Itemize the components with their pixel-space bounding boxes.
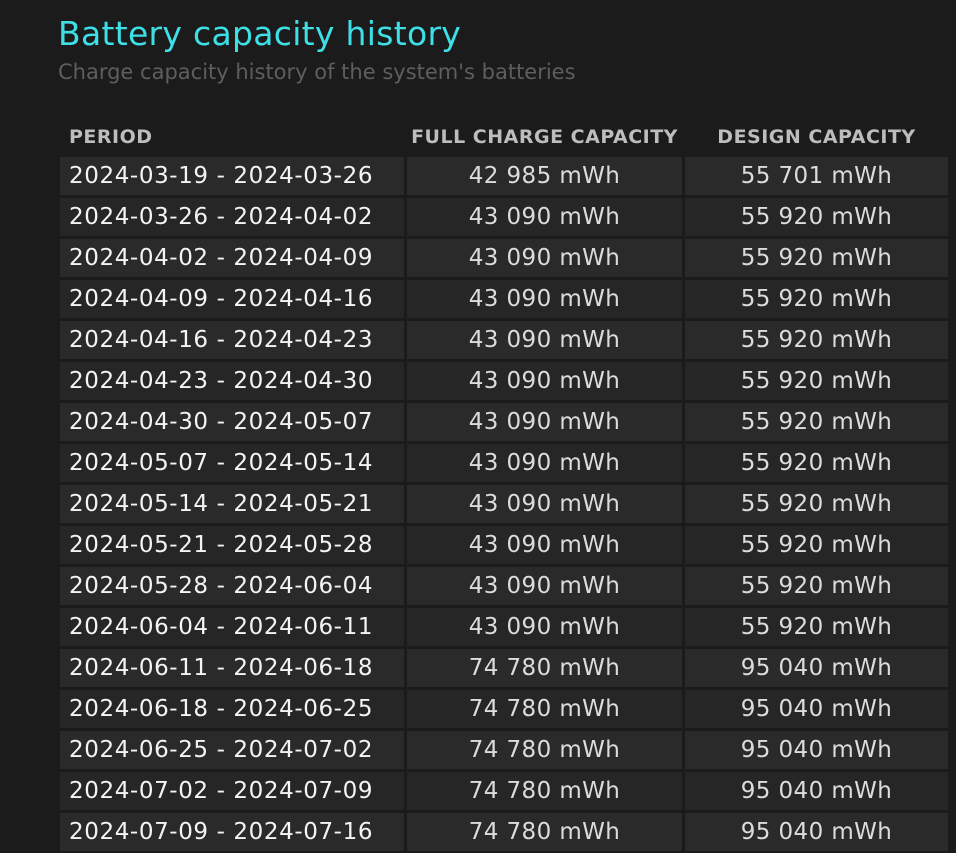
design-capacity-cell: 55 920 mWh: [685, 567, 948, 605]
page-title: Battery capacity history: [58, 14, 462, 53]
period-cell: 2024-07-02 - 2024-07-09: [60, 772, 404, 810]
full-charge-capacity-cell: 74 780 mWh: [407, 772, 682, 810]
table-row: 2024-05-28 - 2024-06-04 43 090 mWh 55 920 …: [60, 567, 948, 605]
period-cell: 2024-06-25 - 2024-07-02: [60, 731, 404, 769]
period-cell: 2024-03-26 - 2024-04-02: [60, 198, 404, 236]
full-charge-capacity-cell: 43 090 mWh: [407, 608, 682, 646]
design-capacity-cell: 55 920 mWh: [685, 362, 948, 400]
design-capacity-cell: 55 920 mWh: [685, 239, 948, 277]
full-charge-capacity-cell: 42 985 mWh: [407, 157, 682, 195]
table-row: 2024-04-30 - 2024-05-07 43 090 mWh 55 920 …: [60, 403, 948, 441]
table-header-row: PERIOD FULL CHARGE CAPACITY DESIGN CAPAC…: [60, 120, 948, 154]
table-row: 2024-05-14 - 2024-05-21 43 090 mWh 55 920 …: [60, 485, 948, 523]
full-charge-capacity-cell: 43 090 mWh: [407, 403, 682, 441]
full-charge-capacity-cell: 74 780 mWh: [407, 731, 682, 769]
period-cell: 2024-04-23 - 2024-04-30: [60, 362, 404, 400]
full-charge-capacity-cell: 74 780 mWh: [407, 690, 682, 728]
design-capacity-cell: 95 040 mWh: [685, 649, 948, 687]
design-capacity-cell: 55 701 mWh: [685, 157, 948, 195]
column-header-full-charge-capacity: FULL CHARGE CAPACITY: [411, 126, 678, 148]
design-capacity-cell: 55 920 mWh: [685, 280, 948, 318]
design-capacity-cell: 55 920 mWh: [685, 526, 948, 564]
table-row: 2024-06-04 - 2024-06-11 43 090 mWh 55 920 …: [60, 608, 948, 646]
period-cell: 2024-07-09 - 2024-07-16: [60, 813, 404, 851]
period-cell: 2024-04-30 - 2024-05-07: [60, 403, 404, 441]
full-charge-capacity-cell: 43 090 mWh: [407, 321, 682, 359]
period-cell: 2024-05-14 - 2024-05-21: [60, 485, 404, 523]
table-row: 2024-04-02 - 2024-04-09 43 090 mWh 55 920 …: [60, 239, 948, 277]
design-capacity-cell: 55 920 mWh: [685, 403, 948, 441]
table-row: 2024-03-19 - 2024-03-26 42 985 mWh 55 701 …: [60, 157, 948, 195]
column-header-period: PERIOD: [69, 126, 153, 148]
design-capacity-cell: 55 920 mWh: [685, 608, 948, 646]
table-row: 2024-06-18 - 2024-06-25 74 780 mWh 95 040 …: [60, 690, 948, 728]
capacity-history-table: PERIOD FULL CHARGE CAPACITY DESIGN CAPAC…: [57, 117, 951, 853]
table-body: 2024-03-19 - 2024-03-26 42 985 mWh 55 701 …: [60, 157, 948, 851]
design-capacity-cell: 55 920 mWh: [685, 321, 948, 359]
design-capacity-cell: 95 040 mWh: [685, 731, 948, 769]
table-row: 2024-06-25 - 2024-07-02 74 780 mWh 95 040 …: [60, 731, 948, 769]
column-header-design-capacity: DESIGN CAPACITY: [717, 126, 916, 148]
design-capacity-cell: 55 920 mWh: [685, 485, 948, 523]
design-capacity-cell: 55 920 mWh: [685, 198, 948, 236]
table-row: 2024-05-21 - 2024-05-28 43 090 mWh 55 920 …: [60, 526, 948, 564]
design-capacity-cell: 95 040 mWh: [685, 813, 948, 851]
table-row: 2024-04-23 - 2024-04-30 43 090 mWh 55 920 …: [60, 362, 948, 400]
period-cell: 2024-04-09 - 2024-04-16: [60, 280, 404, 318]
full-charge-capacity-cell: 43 090 mWh: [407, 485, 682, 523]
page-subtitle: Charge capacity history of the system's …: [58, 60, 576, 84]
table-row: 2024-04-09 - 2024-04-16 43 090 mWh 55 920 …: [60, 280, 948, 318]
table-row: 2024-04-16 - 2024-04-23 43 090 mWh 55 920 …: [60, 321, 948, 359]
full-charge-capacity-cell: 43 090 mWh: [407, 280, 682, 318]
period-cell: 2024-03-19 - 2024-03-26: [60, 157, 404, 195]
period-cell: 2024-04-16 - 2024-04-23: [60, 321, 404, 359]
full-charge-capacity-cell: 43 090 mWh: [407, 526, 682, 564]
period-cell: 2024-04-02 - 2024-04-09: [60, 239, 404, 277]
table-row: 2024-05-07 - 2024-05-14 43 090 mWh 55 920 …: [60, 444, 948, 482]
table-row: 2024-07-02 - 2024-07-09 74 780 mWh 95 040 …: [60, 772, 948, 810]
table-row: 2024-03-26 - 2024-04-02 43 090 mWh 55 920 …: [60, 198, 948, 236]
design-capacity-cell: 55 920 mWh: [685, 444, 948, 482]
full-charge-capacity-cell: 74 780 mWh: [407, 813, 682, 851]
full-charge-capacity-cell: 74 780 mWh: [407, 649, 682, 687]
full-charge-capacity-cell: 43 090 mWh: [407, 567, 682, 605]
period-cell: 2024-05-28 - 2024-06-04: [60, 567, 404, 605]
period-cell: 2024-06-04 - 2024-06-11: [60, 608, 404, 646]
table-row: 2024-06-11 - 2024-06-18 74 780 mWh 95 040 …: [60, 649, 948, 687]
full-charge-capacity-cell: 43 090 mWh: [407, 198, 682, 236]
full-charge-capacity-cell: 43 090 mWh: [407, 239, 682, 277]
period-cell: 2024-06-18 - 2024-06-25: [60, 690, 404, 728]
design-capacity-cell: 95 040 mWh: [685, 690, 948, 728]
period-cell: 2024-06-11 - 2024-06-18: [60, 649, 404, 687]
period-cell: 2024-05-07 - 2024-05-14: [60, 444, 404, 482]
battery-report-page: Battery capacity history Charge capacity…: [0, 0, 956, 853]
design-capacity-cell: 95 040 mWh: [685, 772, 948, 810]
full-charge-capacity-cell: 43 090 mWh: [407, 444, 682, 482]
full-charge-capacity-cell: 43 090 mWh: [407, 362, 682, 400]
period-cell: 2024-05-21 - 2024-05-28: [60, 526, 404, 564]
table-row: 2024-07-09 - 2024-07-16 74 780 mWh 95 040 …: [60, 813, 948, 851]
